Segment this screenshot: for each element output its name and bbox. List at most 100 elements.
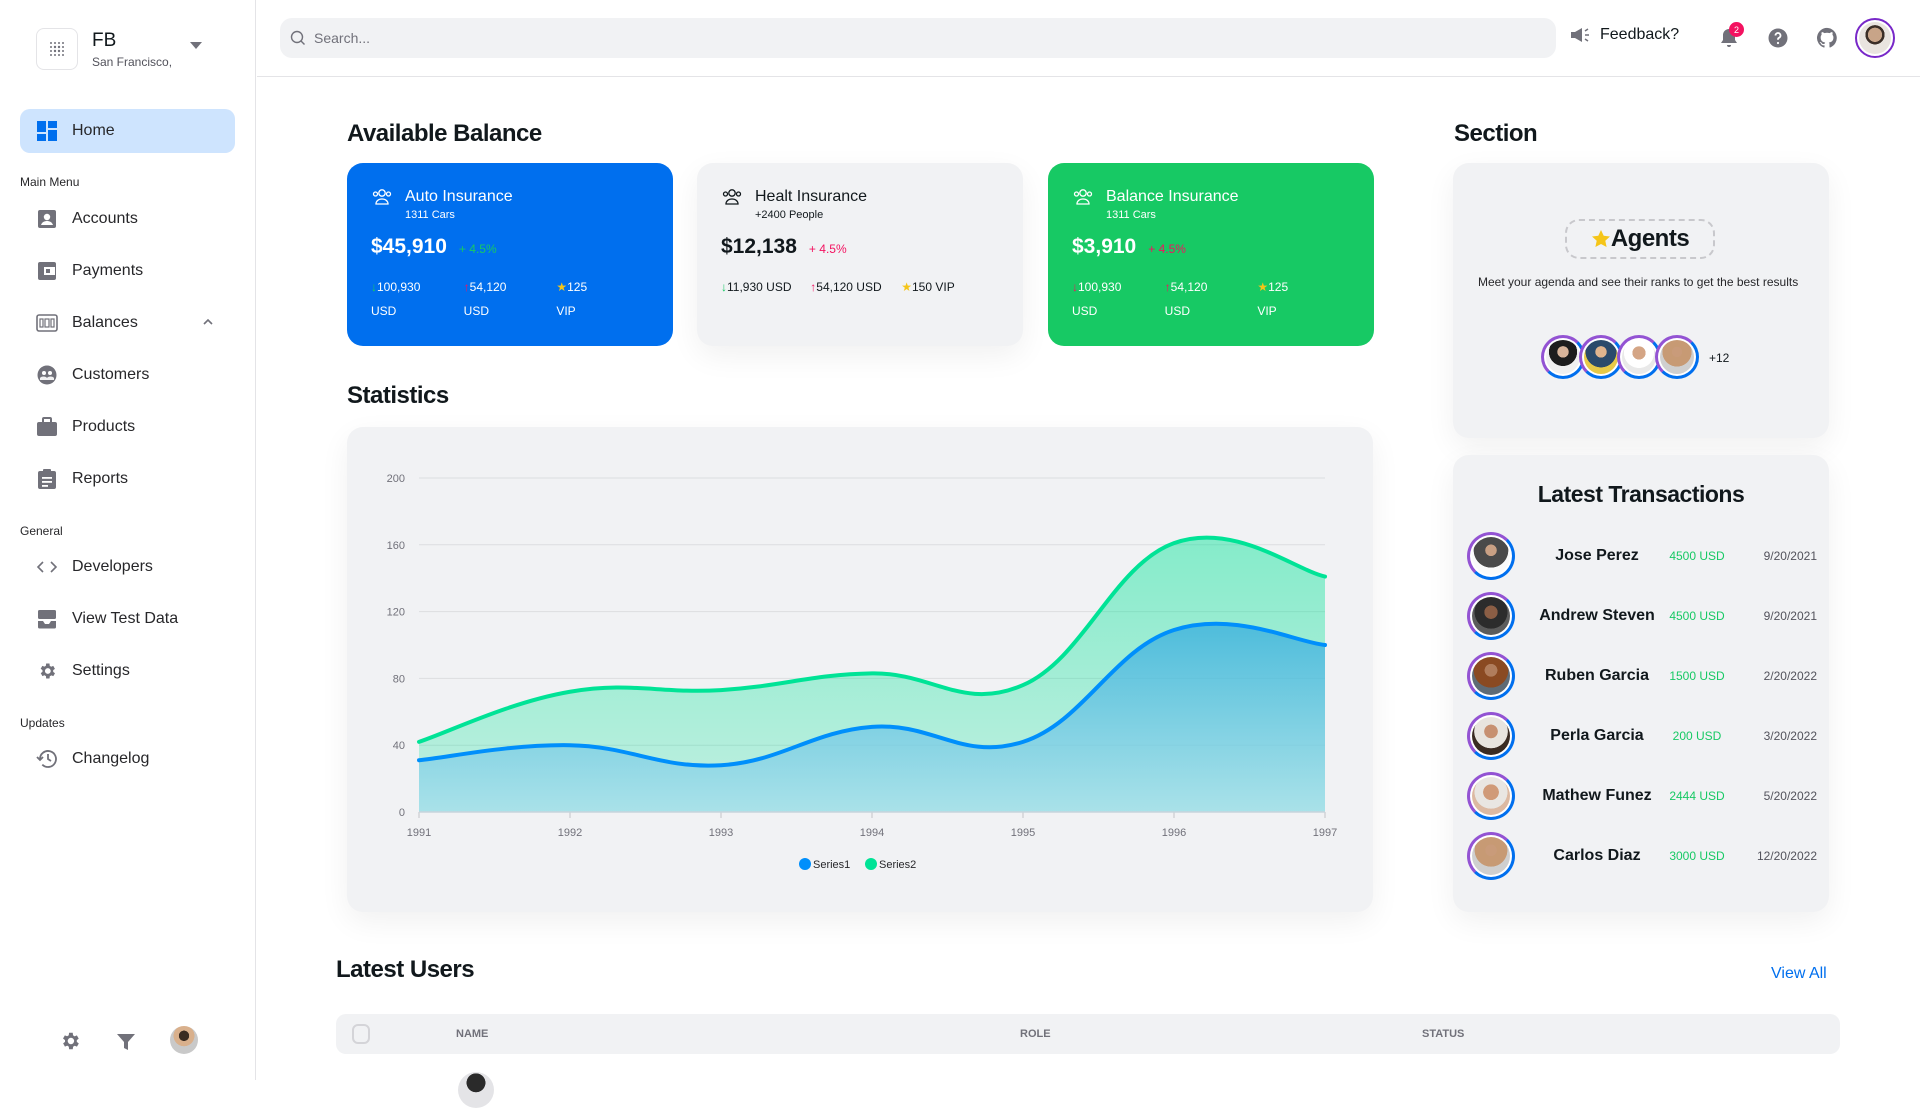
x-tick-label: 1997 bbox=[1313, 827, 1337, 839]
transaction-row[interactable]: Jose Perez 4500 USD 9/20/2021 bbox=[1467, 532, 1817, 580]
search-bar[interactable] bbox=[280, 18, 1556, 58]
notifications-button[interactable]: 2 bbox=[1717, 22, 1744, 50]
sidebar-footer bbox=[0, 1026, 256, 1056]
card-title: Healt Insurance bbox=[755, 188, 868, 205]
balance-insurance-card[interactable]: Balance Insurance 1311 Cars $3,910 + 4.5%… bbox=[1048, 163, 1374, 346]
card-title: Auto Insurance bbox=[405, 188, 513, 205]
code-icon bbox=[36, 556, 58, 578]
stat-up: ↑54,120 USD bbox=[810, 280, 882, 294]
sidebar-item-products[interactable]: Products bbox=[20, 405, 235, 449]
search-input[interactable] bbox=[314, 30, 1514, 46]
card-change: + 4.5% bbox=[458, 242, 497, 256]
y-tick-label: 0 bbox=[399, 807, 405, 819]
sidebar-item-label: Settings bbox=[72, 662, 130, 679]
column-name[interactable]: NAME bbox=[456, 1028, 488, 1040]
transaction-avatar bbox=[1467, 592, 1515, 640]
view-all-link[interactable]: View All bbox=[1771, 965, 1827, 983]
x-tick-label: 1996 bbox=[1162, 827, 1186, 839]
sidebar-item-label: Reports bbox=[72, 470, 129, 487]
card-amount: $45,910 bbox=[371, 235, 447, 258]
transaction-row[interactable]: Perla Garcia 200 USD 3/20/2022 bbox=[1467, 712, 1817, 760]
transaction-row[interactable]: Mathew Funez 2444 USD 5/20/2022 bbox=[1467, 772, 1817, 820]
history-icon bbox=[36, 748, 58, 770]
github-button[interactable] bbox=[1815, 26, 1839, 50]
transaction-avatar bbox=[1467, 532, 1515, 580]
legend-marker bbox=[799, 858, 811, 870]
y-tick-label: 160 bbox=[387, 540, 405, 552]
transaction-row[interactable]: Andrew Steven 4500 USD 9/20/2021 bbox=[1467, 592, 1817, 640]
column-role[interactable]: ROLE bbox=[1020, 1028, 1051, 1040]
y-tick-label: 200 bbox=[387, 473, 405, 485]
sidebar-item-view-test-data[interactable]: View Test Data bbox=[20, 597, 235, 641]
sidebar-item-reports[interactable]: Reports bbox=[20, 457, 235, 501]
x-tick-label: 1995 bbox=[1011, 827, 1035, 839]
stat-down: ↓100,930 USD bbox=[371, 280, 421, 318]
transaction-avatar bbox=[1467, 652, 1515, 700]
auto-insurance-card[interactable]: Auto Insurance 1311 Cars $45,910 + 4.5% ↓… bbox=[347, 163, 673, 346]
notification-badge: 2 bbox=[1729, 22, 1744, 37]
sidebar-item-label: Customers bbox=[72, 366, 150, 383]
gear-icon bbox=[36, 660, 58, 682]
transaction-avatar bbox=[1467, 832, 1515, 880]
profile-avatar[interactable] bbox=[1855, 18, 1895, 58]
user-row-avatar bbox=[458, 1072, 494, 1108]
stat-up: ↑54,120 USD bbox=[463, 280, 507, 318]
inbox-icon bbox=[36, 608, 58, 630]
company-switcher[interactable]: FB San Francisco, bbox=[36, 28, 256, 72]
sidebar-item-label: Changelog bbox=[72, 750, 150, 767]
transaction-avatar bbox=[1467, 712, 1515, 760]
transaction-avatar bbox=[1467, 772, 1515, 820]
card-subtitle: 1311 Cars bbox=[1106, 209, 1156, 221]
card-title: Balance Insurance bbox=[1106, 188, 1239, 205]
sidebar-item-accounts[interactable]: Accounts bbox=[20, 197, 235, 241]
stat-vip: ★150 VIP bbox=[901, 280, 955, 294]
sidebar-item-customers[interactable]: Customers bbox=[20, 353, 235, 397]
help-button[interactable] bbox=[1766, 26, 1790, 50]
y-tick-label: 80 bbox=[393, 673, 405, 685]
company-location: San Francisco, bbox=[92, 55, 173, 69]
sidebar-item-settings[interactable]: Settings bbox=[20, 649, 235, 693]
latest-users-title: Latest Users bbox=[336, 956, 475, 983]
search-icon bbox=[290, 30, 305, 45]
y-tick-label: 40 bbox=[393, 740, 405, 752]
sidebar-item-label: Developers bbox=[72, 558, 153, 575]
feedback-button[interactable]: Feedback? bbox=[1570, 26, 1679, 44]
sidebar-item-label: Home bbox=[72, 122, 115, 139]
select-all-checkbox[interactable] bbox=[352, 1024, 370, 1044]
sidebar-item-developers[interactable]: Developers bbox=[20, 545, 235, 589]
x-tick-label: 1994 bbox=[860, 827, 884, 839]
x-tick-label: 1992 bbox=[558, 827, 582, 839]
sidebar-item-payments[interactable]: Payments bbox=[20, 249, 235, 293]
star-icon bbox=[1591, 230, 1610, 247]
gear-icon[interactable] bbox=[59, 1030, 81, 1057]
transaction-row[interactable]: Carlos Diaz 3000 USD 12/20/2022 bbox=[1467, 832, 1817, 880]
balance-icon bbox=[36, 312, 58, 334]
dots-grid-icon bbox=[50, 42, 64, 56]
statistics-chart-card: 0 40 80 120 160 200 1991 1992 1993 1994 1995 1996 1… bbox=[347, 427, 1373, 912]
sidebar-item-changelog[interactable]: Changelog bbox=[20, 737, 235, 781]
statistics-title: Statistics bbox=[347, 382, 449, 409]
caret-down-icon bbox=[190, 42, 202, 49]
column-status[interactable]: STATUS bbox=[1422, 1028, 1464, 1040]
sidebar-item-home[interactable]: Home bbox=[20, 109, 235, 153]
card-subtitle: +2400 People bbox=[755, 209, 824, 221]
wallet-icon bbox=[36, 260, 58, 282]
chevron-up-icon[interactable] bbox=[201, 315, 215, 334]
github-icon bbox=[1816, 27, 1837, 48]
legend-marker bbox=[865, 858, 877, 870]
sidebar-item-balances[interactable]: Balances bbox=[20, 301, 235, 345]
clipboard-icon bbox=[36, 468, 58, 490]
stat-down: ↓11,930 USD bbox=[721, 280, 792, 294]
user-avatar[interactable] bbox=[170, 1026, 198, 1054]
health-insurance-card[interactable]: Healt Insurance +2400 People $12,138 + 4.… bbox=[697, 163, 1023, 346]
agents-heading[interactable]: Agents bbox=[1565, 219, 1715, 259]
agents-description: Meet your agenda and see their ranks to … bbox=[1478, 275, 1799, 289]
agent-avatar[interactable] bbox=[1655, 335, 1699, 379]
card-amount: $3,910 bbox=[1072, 235, 1137, 258]
filter-icon[interactable] bbox=[116, 1032, 136, 1057]
users-icon bbox=[372, 189, 392, 205]
company-logo bbox=[36, 28, 78, 70]
transaction-row[interactable]: Ruben Garcia 1500 USD 2/20/2022 bbox=[1467, 652, 1817, 700]
area-chart: 0 40 80 120 160 200 1991 1992 1993 1994 1995 1996 1… bbox=[387, 473, 1338, 871]
x-tick-label: 1991 bbox=[407, 827, 431, 839]
